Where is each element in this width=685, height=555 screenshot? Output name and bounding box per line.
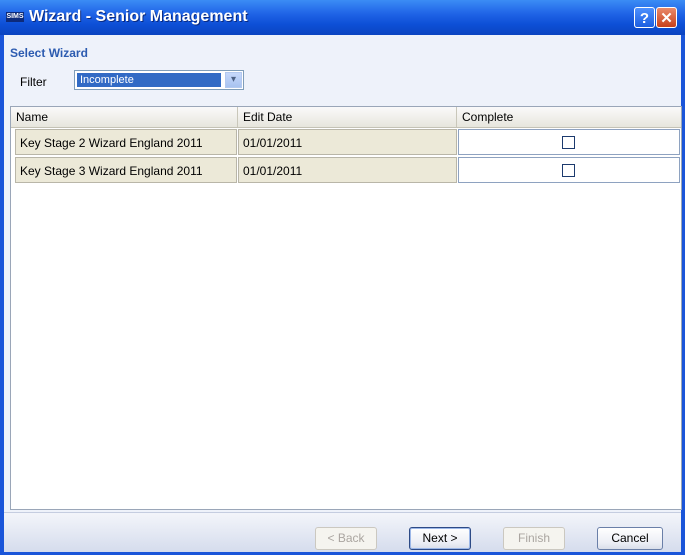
wizard-grid: Name Edit Date Complete Key Stage 2 Wiza… [10,106,682,510]
cell-complete [458,157,680,183]
grid-header: Name Edit Date Complete [11,107,681,128]
column-header-edit-date[interactable]: Edit Date [238,107,457,127]
title-bar: SIMS Wizard - Senior Management ? ✕ [0,0,685,35]
complete-checkbox[interactable] [562,164,575,177]
cell-complete [458,129,680,155]
wizard-window: SIMS Wizard - Senior Management ? ✕ Sele… [0,0,685,555]
sims-app-icon: SIMS [6,12,24,22]
next-button[interactable]: Next > [409,527,471,550]
cell-name[interactable]: Key Stage 2 Wizard England 2011 [15,129,237,155]
filter-selected-value: Incomplete [77,73,221,87]
table-row[interactable]: Key Stage 3 Wizard England 2011 01/01/20… [15,157,681,183]
help-icon[interactable]: ? [634,7,655,28]
close-icon[interactable]: ✕ [656,7,677,28]
column-header-complete[interactable]: Complete [457,107,681,127]
section-title: Select Wizard [10,46,88,60]
cell-name[interactable]: Key Stage 3 Wizard England 2011 [15,157,237,183]
cancel-button[interactable]: Cancel [597,527,663,550]
filter-label: Filter [20,75,47,89]
column-header-name[interactable]: Name [11,107,238,127]
cell-edit-date[interactable]: 01/01/2011 [238,129,457,155]
finish-button[interactable]: Finish [503,527,565,550]
chevron-down-icon[interactable]: ▾ [225,72,242,88]
back-button[interactable]: < Back [315,527,377,550]
wizard-footer: < Back Next > Finish Cancel [4,512,681,552]
window-title: Wizard - Senior Management [29,8,248,25]
cell-edit-date[interactable]: 01/01/2011 [238,157,457,183]
table-row[interactable]: Key Stage 2 Wizard England 2011 01/01/20… [15,129,681,155]
filter-dropdown[interactable]: Incomplete ▾ [74,70,244,90]
complete-checkbox[interactable] [562,136,575,149]
